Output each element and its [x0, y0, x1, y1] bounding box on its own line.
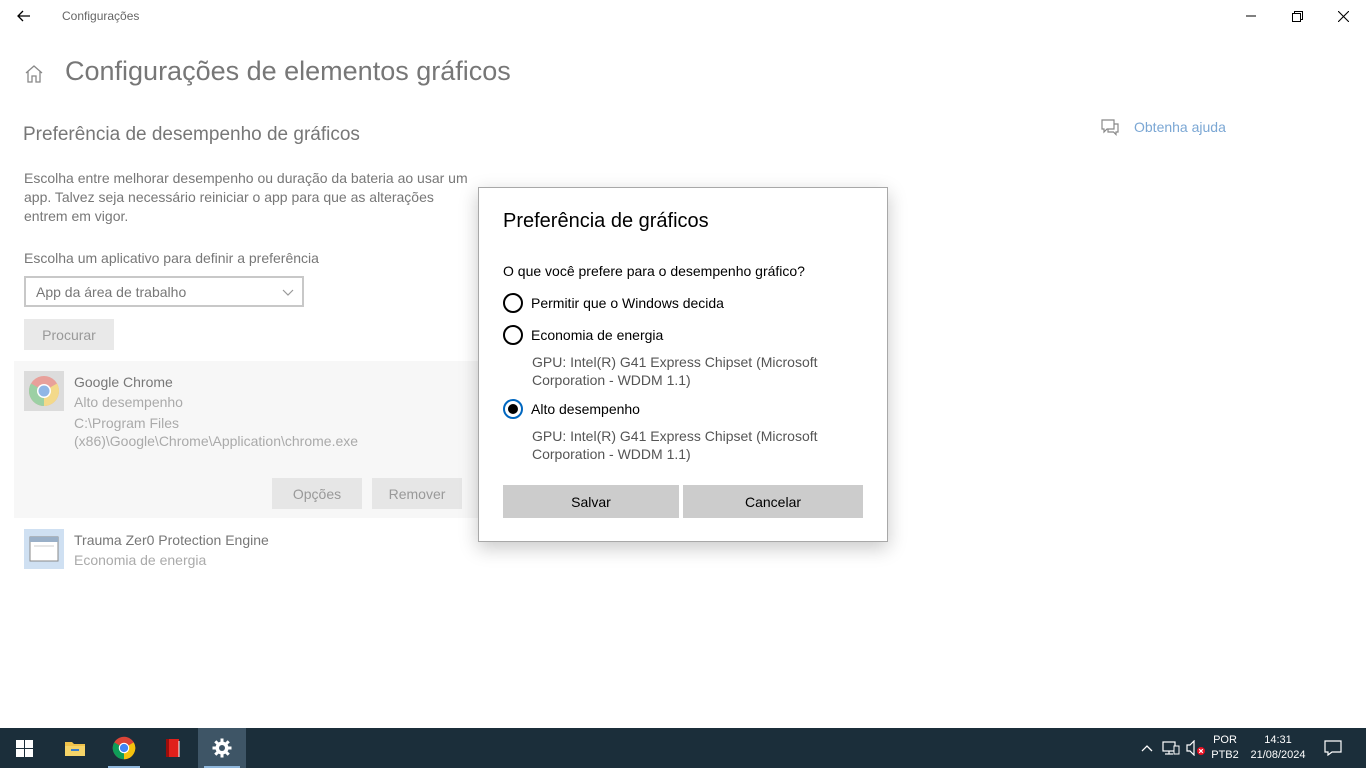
taskbar-file-explorer[interactable]	[52, 728, 98, 768]
graphics-preference-dialog: Preferência de gráficos O que você prefe…	[478, 187, 888, 542]
dialog-question: O que você prefere para o desempenho grá…	[503, 263, 805, 279]
close-button[interactable]	[1320, 0, 1366, 32]
cancel-button[interactable]: Cancelar	[683, 485, 863, 518]
window-title: Configurações	[62, 9, 140, 23]
page-title: Configurações de elementos gráficos	[65, 56, 511, 86]
app-name: Google Chrome	[74, 374, 173, 390]
gpu-info: GPU: Intel(R) G41 Express Chipset (Micro…	[532, 354, 818, 388]
arrow-left-icon	[17, 10, 30, 22]
radio-label: Permitir que o Windows decida	[531, 295, 724, 311]
clock-time: 14:31	[1264, 734, 1292, 746]
app-preference: Economia de energia	[74, 552, 207, 568]
minimize-button[interactable]	[1228, 0, 1274, 32]
chevron-down-icon	[282, 289, 294, 296]
chevron-up-icon	[1141, 745, 1153, 752]
get-help[interactable]: Obtenha ajuda	[1100, 118, 1226, 136]
title-bar: Configurações	[0, 0, 1366, 32]
taskbar-red-app[interactable]	[150, 728, 196, 768]
restore-icon	[1291, 10, 1303, 22]
radio-label: Alto desempenho	[531, 401, 640, 417]
app-type-value: App da área de trabalho	[36, 284, 187, 300]
windows-logo-icon	[15, 739, 33, 757]
app-window-icon	[24, 529, 64, 569]
chrome-app-icon	[24, 371, 64, 411]
radio-button[interactable]	[503, 325, 523, 345]
taskbar-chrome[interactable]	[102, 728, 146, 768]
language-code: POR	[1213, 734, 1237, 746]
close-icon	[1337, 10, 1349, 22]
clock-date: 21/08/2024	[1250, 749, 1306, 761]
start-button[interactable]	[0, 728, 48, 768]
taskbar-settings[interactable]	[198, 728, 246, 768]
section-title: Preferência de desempenho de gráficos	[23, 124, 360, 145]
minimize-icon	[1246, 15, 1256, 17]
clock-button[interactable]: 14:31 21/08/2024	[1245, 728, 1311, 768]
notification-icon	[1324, 740, 1342, 756]
remove-button[interactable]: Remover	[372, 478, 462, 509]
app-card-chrome[interactable]: Google Chrome Alto desempenho C:\Program…	[14, 361, 479, 518]
chat-help-icon	[1101, 119, 1119, 136]
radio-button-selected[interactable]	[503, 399, 523, 419]
app-preference: Alto desempenho	[74, 394, 183, 410]
volume-muted-icon	[1186, 740, 1205, 756]
back-button[interactable]	[8, 2, 40, 30]
red-book-icon	[166, 739, 180, 757]
dialog-title: Preferência de gráficos	[503, 210, 709, 232]
keyboard-layout: PTB2	[1211, 749, 1239, 761]
app-type-dropdown[interactable]: App da área de trabalho	[24, 276, 304, 307]
network-icon	[1162, 741, 1180, 755]
restore-button[interactable]	[1274, 0, 1320, 32]
folder-icon	[65, 742, 85, 756]
save-button[interactable]: Salvar	[503, 485, 679, 518]
input-language-button[interactable]: POR PTB2	[1210, 728, 1240, 768]
page-description: Escolha entre melhorar desempenho ou dur…	[24, 170, 468, 224]
taskbar: POR PTB2 14:31 21/08/2024	[0, 728, 1366, 768]
options-button[interactable]: Opções	[272, 478, 362, 509]
radio-label: Economia de energia	[531, 327, 664, 343]
volume-button[interactable]	[1185, 728, 1207, 768]
chrome-icon	[112, 736, 136, 760]
choose-app-label: Escolha um aplicativo para definir a pre…	[24, 250, 319, 266]
home-icon[interactable]	[24, 64, 44, 84]
get-help-link[interactable]: Obtenha ajuda	[1134, 119, 1226, 135]
radio-option-power-saving[interactable]: Economia de energia	[503, 325, 663, 345]
browse-button[interactable]: Procurar	[24, 319, 114, 350]
app-name[interactable]: Trauma Zer0 Protection Engine	[74, 532, 269, 548]
radio-option-high-performance[interactable]: Alto desempenho	[503, 399, 640, 419]
gpu-info: GPU: Intel(R) G41 Express Chipset (Micro…	[532, 428, 818, 462]
action-center-button[interactable]	[1318, 728, 1348, 768]
network-button[interactable]	[1160, 728, 1182, 768]
radio-button[interactable]	[503, 293, 523, 313]
app-path: C:\Program Files (x86)\Google\Chrome\App…	[74, 415, 359, 449]
show-hidden-icons-button[interactable]	[1138, 728, 1156, 768]
gear-icon	[212, 738, 232, 758]
radio-option-windows-decides[interactable]: Permitir que o Windows decida	[503, 293, 724, 313]
